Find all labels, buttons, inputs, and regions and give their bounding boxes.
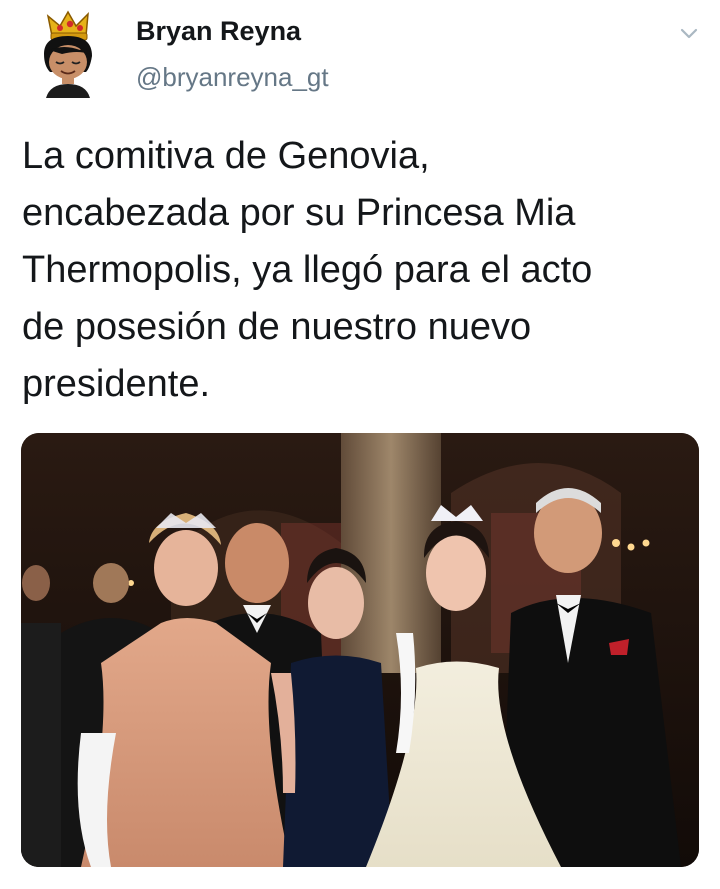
- group-photo-image: [21, 433, 699, 867]
- tweet-photo[interactable]: [21, 433, 699, 867]
- chevron-down-icon[interactable]: [676, 20, 702, 46]
- tweet-text: La comitiva de Genovia, encabezada por s…: [22, 135, 593, 405]
- tweet-card: Bryan Reyna @bryanreyna_gt La comitiva d…: [0, 0, 720, 889]
- avatar[interactable]: [34, 6, 114, 102]
- display-name[interactable]: Bryan Reyna: [136, 16, 301, 47]
- user-handle[interactable]: @bryanreyna_gt: [136, 62, 329, 93]
- crowned-cartoon-avatar-icon: [44, 10, 92, 98]
